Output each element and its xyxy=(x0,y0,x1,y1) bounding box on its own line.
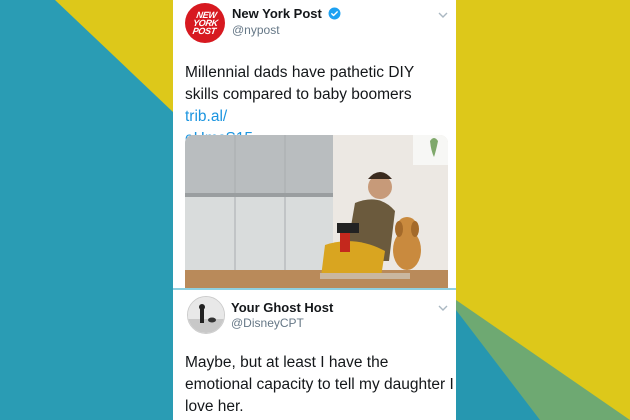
nypost-avatar[interactable]: NEW YORK POST xyxy=(185,3,225,43)
tweet-card-reply[interactable]: Your Ghost Host @DisneyCPT Maybe, but at… xyxy=(173,290,456,420)
account-name[interactable]: New York Post xyxy=(232,6,341,21)
account-name[interactable]: Your Ghost Host xyxy=(231,300,333,315)
verified-badge-icon xyxy=(328,7,341,20)
account-handle[interactable]: @nypost xyxy=(232,23,280,37)
avatar-photo xyxy=(188,297,224,333)
user-avatar[interactable] xyxy=(187,296,225,334)
photo-illustration xyxy=(185,135,448,288)
chevron-down-icon[interactable] xyxy=(438,303,448,313)
chevron-down-icon[interactable] xyxy=(438,10,448,20)
nypost-logo: NEW YORK POST xyxy=(191,10,219,36)
account-handle[interactable]: @DisneyCPT xyxy=(231,316,304,330)
tweet-photo[interactable] xyxy=(185,135,448,288)
tweet-text: Maybe, but at least I have the emotional… xyxy=(185,354,454,415)
tweet-card-nypost[interactable]: NEW YORK POST New York Post @nypost Mill… xyxy=(173,0,456,290)
